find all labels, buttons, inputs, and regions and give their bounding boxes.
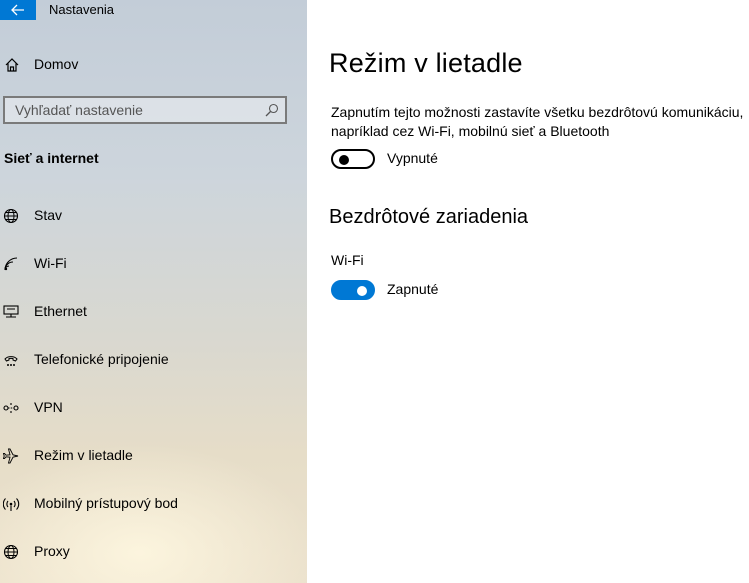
- sidebar-item-vpn[interactable]: VPN: [0, 390, 300, 426]
- airplane-icon: [3, 448, 19, 464]
- sidebar-item-label: Wi-Fi: [34, 255, 67, 271]
- description-line: Zapnutím tejto možnosti zastavíte všetku…: [331, 104, 744, 120]
- sidebar: Nastavenia Domov Sieť a internet Stav Wi…: [0, 0, 307, 583]
- toggle-knob: [339, 155, 349, 165]
- search-box: [3, 96, 287, 124]
- sidebar-item-label: Telefonické pripojenie: [34, 351, 169, 367]
- wifi-state-label: Zapnuté: [387, 281, 439, 297]
- sidebar-item-proxy[interactable]: Proxy: [0, 534, 300, 570]
- sidebar-item-wifi[interactable]: Wi-Fi: [0, 246, 300, 282]
- airplane-description: Zapnutím tejto možnosti zastavíte všetku…: [331, 103, 749, 141]
- main-content: Režim v lietadle Zapnutím tejto možnosti…: [307, 0, 749, 583]
- search-icon[interactable]: [265, 103, 279, 117]
- wifi-label: Wi-Fi: [331, 252, 364, 268]
- dialup-icon: [4, 356, 18, 366]
- wifi-icon: [4, 257, 18, 271]
- toggle-knob: [357, 286, 367, 296]
- sidebar-item-mobilny-pristupovy-bod[interactable]: Mobilný prístupový bod: [0, 486, 300, 522]
- vpn-icon: [3, 403, 19, 413]
- wifi-toggle[interactable]: [331, 280, 375, 300]
- wireless-devices-heading: Bezdrôtové zariadenia: [329, 206, 529, 228]
- search-input[interactable]: [5, 98, 265, 122]
- home-icon: [5, 58, 19, 72]
- sidebar-item-rezim-v-lietadle[interactable]: Režim v lietadle: [0, 438, 300, 474]
- home-link[interactable]: Domov: [0, 52, 300, 78]
- globe-icon: [3, 544, 19, 560]
- airplane-mode-toggle[interactable]: [331, 149, 375, 169]
- hotspot-icon: [3, 498, 20, 511]
- description-line: napríklad cez Wi-Fi, mobilnú sieť a Blue…: [331, 123, 610, 139]
- back-arrow-icon: [11, 4, 24, 16]
- sidebar-item-ethernet[interactable]: Ethernet: [0, 294, 300, 330]
- globe-icon: [3, 208, 19, 224]
- home-label: Domov: [34, 56, 79, 72]
- sidebar-item-label: Režim v lietadle: [34, 447, 133, 463]
- airplane-mode-state-label: Vypnuté: [387, 150, 438, 166]
- sidebar-item-label: Mobilný prístupový bod: [34, 495, 178, 511]
- sidebar-item-label: Ethernet: [34, 303, 87, 319]
- sidebar-item-label: Proxy: [34, 543, 70, 559]
- ethernet-icon: [3, 305, 19, 318]
- section-heading: Sieť a internet: [4, 150, 99, 166]
- app-title: Nastavenia: [49, 2, 115, 17]
- sidebar-item-stav[interactable]: Stav: [0, 198, 300, 234]
- title-bar: Nastavenia: [0, 0, 307, 20]
- page-title: Režim v lietadle: [329, 48, 523, 78]
- sidebar-item-label: VPN: [34, 399, 63, 415]
- back-button[interactable]: [0, 0, 36, 20]
- sidebar-item-label: Stav: [34, 207, 63, 223]
- sidebar-item-telefonicke-pripojenie[interactable]: Telefonické pripojenie: [0, 342, 300, 378]
